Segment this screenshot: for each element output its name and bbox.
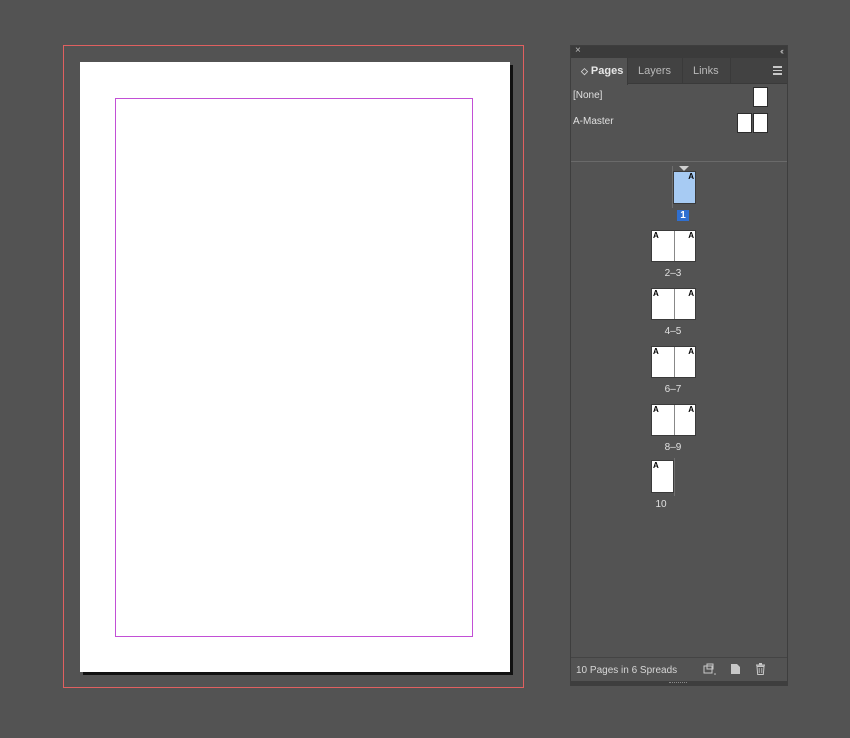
master-none-label[interactable]: [None] bbox=[573, 90, 602, 101]
tab-pages[interactable]: ◇ Pages bbox=[571, 58, 628, 85]
page-label-10[interactable]: 10 bbox=[641, 499, 681, 510]
pages-panel: × ‹‹ ◇ Pages Layers Links [None] A-Master… bbox=[570, 45, 788, 686]
master-prefix: A bbox=[653, 289, 659, 298]
master-prefix: A bbox=[688, 289, 694, 298]
panel-resize-grip[interactable] bbox=[571, 681, 787, 686]
page-label-8-9[interactable]: 8–9 bbox=[653, 442, 693, 453]
tab-links-label: Links bbox=[693, 65, 719, 77]
page-thumb-1[interactable]: A bbox=[673, 171, 696, 204]
spread-thumb-2-3[interactable]: A A bbox=[651, 230, 696, 262]
page-count-status: 10 Pages in 6 Spreads bbox=[576, 665, 678, 676]
page-thumb-10[interactable]: A bbox=[651, 460, 674, 493]
spread-thumb-4-5[interactable]: A A bbox=[651, 288, 696, 320]
spread-thumb-8-9[interactable]: A A bbox=[651, 404, 696, 436]
master-prefix: A bbox=[653, 405, 659, 414]
master-prefix: A bbox=[653, 461, 659, 470]
panel-tabs: ◇ Pages Layers Links bbox=[571, 58, 787, 85]
updown-icon: ◇ bbox=[581, 66, 588, 76]
panel-title-bar[interactable]: × ‹‹ bbox=[571, 44, 787, 58]
tab-layers-label: Layers bbox=[638, 65, 672, 77]
panel-footer: 10 Pages in 6 Spreads bbox=[571, 657, 787, 681]
delete-page-icon[interactable] bbox=[754, 663, 767, 676]
master-prefix: A bbox=[688, 347, 694, 356]
master-prefix: A bbox=[688, 405, 694, 414]
panel-menu-icon[interactable] bbox=[773, 66, 782, 75]
spread-thumb-6-7[interactable]: A A bbox=[651, 346, 696, 378]
tab-layers[interactable]: Layers bbox=[628, 58, 683, 84]
margin-guide bbox=[115, 98, 473, 637]
master-a-thumb-left[interactable] bbox=[737, 113, 752, 133]
page-label-6-7[interactable]: 6–7 bbox=[653, 384, 693, 395]
master-prefix: A bbox=[653, 347, 659, 356]
panel-divider[interactable] bbox=[571, 161, 787, 162]
edit-page-size-icon[interactable] bbox=[703, 663, 716, 676]
master-a-thumb-right[interactable] bbox=[753, 113, 768, 133]
page-label-2-3[interactable]: 2–3 bbox=[653, 268, 693, 279]
master-none-thumb[interactable] bbox=[753, 87, 768, 107]
close-panel-icon[interactable]: × bbox=[575, 44, 581, 58]
spine-line bbox=[674, 458, 675, 496]
master-prefix: A bbox=[653, 231, 659, 240]
page-label-1[interactable]: 1 bbox=[663, 210, 703, 221]
tab-pages-label: Pages bbox=[590, 65, 624, 77]
tab-links[interactable]: Links bbox=[683, 58, 731, 84]
master-prefix: A bbox=[688, 172, 694, 181]
collapse-panel-icon[interactable]: ‹‹ bbox=[780, 44, 784, 58]
page-label-4-5[interactable]: 4–5 bbox=[653, 326, 693, 337]
new-page-icon[interactable] bbox=[729, 663, 742, 676]
master-prefix: A bbox=[688, 231, 694, 240]
master-a-label[interactable]: A-Master bbox=[573, 116, 614, 127]
